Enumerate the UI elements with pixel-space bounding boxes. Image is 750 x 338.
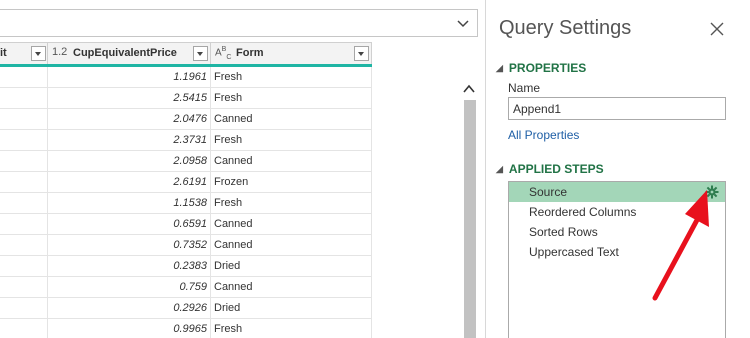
table-row[interactable]: 2.3731 Fresh <box>0 130 372 151</box>
table-row[interactable]: 1.1961 Fresh <box>0 67 372 88</box>
collapse-triangle-icon[interactable]: ◢ <box>496 63 503 74</box>
name-label: Name <box>508 81 541 95</box>
decimal-type-icon[interactable]: 1.2 <box>52 46 67 58</box>
query-name-input[interactable] <box>508 97 726 120</box>
filter-dropdown-icon[interactable] <box>354 46 369 61</box>
form-cell[interactable]: Dried <box>211 256 372 277</box>
all-properties-link[interactable]: All Properties <box>508 128 579 142</box>
price-cell[interactable]: 2.0476 <box>48 109 211 130</box>
price-cell[interactable]: 0.6591 <box>48 214 211 235</box>
table-cell[interactable] <box>0 319 48 338</box>
table-cell[interactable] <box>0 235 48 256</box>
chevron-down-icon[interactable] <box>455 15 471 31</box>
table-cell[interactable] <box>0 172 48 193</box>
table-cell[interactable] <box>0 130 48 151</box>
form-cell[interactable]: Canned <box>211 277 372 298</box>
table-cell[interactable] <box>0 298 48 319</box>
form-cell[interactable]: Canned <box>211 235 372 256</box>
applied-steps-header-label: APPLIED STEPS <box>508 162 604 176</box>
collapse-triangle-icon[interactable]: ◢ <box>496 164 503 175</box>
scroll-up-icon[interactable] <box>462 82 476 96</box>
text-type-icon[interactable]: ABC <box>215 46 231 61</box>
price-cell[interactable]: 1.1538 <box>48 193 211 214</box>
form-cell[interactable]: Canned <box>211 151 372 172</box>
query-settings-pane: Query Settings ◢ PROPERTIES Name All Prop… <box>486 0 750 338</box>
price-cell[interactable]: 0.759 <box>48 277 211 298</box>
data-grid: it 1.2 CupEquivalentPrice ABC Form 1.196… <box>0 42 372 338</box>
step-uppercased-text[interactable]: Uppercased Text <box>509 242 725 262</box>
table-row[interactable]: 2.5415 Fresh <box>0 88 372 109</box>
gear-icon[interactable] <box>705 185 719 199</box>
price-cell[interactable]: 0.2383 <box>48 256 211 277</box>
properties-header-label: PROPERTIES <box>508 61 587 75</box>
properties-section-header[interactable]: ◢ PROPERTIES <box>496 61 586 75</box>
table-row[interactable]: 0.2383 Dried <box>0 256 372 277</box>
table-cell[interactable] <box>0 109 48 130</box>
price-cell[interactable]: 0.9965 <box>48 319 211 338</box>
step-label: Source <box>529 185 568 199</box>
form-cell[interactable]: Dried <box>211 298 372 319</box>
table-row[interactable]: 0.6591 Canned <box>0 214 372 235</box>
step-label: Uppercased Text <box>529 245 619 259</box>
form-cell[interactable]: Fresh <box>211 130 372 151</box>
form-cell[interactable]: Fresh <box>211 67 372 88</box>
column-header-label: it <box>0 47 7 59</box>
table-cell[interactable] <box>0 88 48 109</box>
table-row[interactable]: 0.759 Canned <box>0 277 372 298</box>
form-cell[interactable]: Canned <box>211 109 372 130</box>
form-cell[interactable]: Fresh <box>211 88 372 109</box>
price-cell[interactable]: 1.1961 <box>48 67 211 88</box>
applied-steps-list: Source Reordered Columns Sorted Rows Upp… <box>508 181 726 338</box>
table-row[interactable]: 2.0958 Canned <box>0 151 372 172</box>
price-cell[interactable]: 2.3731 <box>48 130 211 151</box>
applied-steps-section-header[interactable]: ◢ APPLIED STEPS <box>496 162 604 176</box>
table-cell[interactable] <box>0 151 48 172</box>
filter-dropdown-icon[interactable] <box>193 46 208 61</box>
column-header-label: Form <box>236 47 264 59</box>
vertical-scrollbar[interactable] <box>460 68 478 338</box>
price-cell[interactable]: 2.6191 <box>48 172 211 193</box>
step-label: Sorted Rows <box>529 225 598 239</box>
form-cell[interactable]: Frozen <box>211 172 372 193</box>
form-cell[interactable]: Fresh <box>211 319 372 338</box>
column-header-form[interactable]: ABC Form <box>211 42 372 64</box>
price-cell[interactable]: 2.5415 <box>48 88 211 109</box>
table-row[interactable]: 0.9965 Fresh <box>0 319 372 338</box>
table-row[interactable]: 0.2926 Dried <box>0 298 372 319</box>
table-cell[interactable] <box>0 214 48 235</box>
grid-rows: 1.1961 Fresh 2.5415 Fresh 2.0476 Canned 2.3731… <box>0 67 372 338</box>
price-cell[interactable]: 0.7352 <box>48 235 211 256</box>
column-header-label: CupEquivalentPrice <box>73 47 177 59</box>
pane-title: Query Settings <box>499 17 632 39</box>
filter-dropdown-icon[interactable] <box>31 46 46 61</box>
formula-bar[interactable] <box>0 9 478 37</box>
table-row[interactable]: 0.7352 Canned <box>0 235 372 256</box>
step-sorted-rows[interactable]: Sorted Rows <box>509 222 725 242</box>
price-cell[interactable]: 0.2926 <box>48 298 211 319</box>
column-header-cupequivalentprice[interactable]: 1.2 CupEquivalentPrice <box>48 42 211 64</box>
table-cell[interactable] <box>0 277 48 298</box>
table-row[interactable]: 2.6191 Frozen <box>0 172 372 193</box>
table-row[interactable]: 2.0476 Canned <box>0 109 372 130</box>
table-cell[interactable] <box>0 67 48 88</box>
table-cell[interactable] <box>0 193 48 214</box>
step-label: Reordered Columns <box>529 205 637 219</box>
column-header-partial[interactable]: it <box>0 42 48 64</box>
table-cell[interactable] <box>0 256 48 277</box>
table-row[interactable]: 1.1538 Fresh <box>0 193 372 214</box>
step-source[interactable]: Source <box>509 182 725 202</box>
form-cell[interactable]: Fresh <box>211 193 372 214</box>
scrollbar-thumb[interactable] <box>464 100 476 338</box>
price-cell[interactable]: 2.0958 <box>48 151 211 172</box>
step-reordered-columns[interactable]: Reordered Columns <box>509 202 725 222</box>
close-icon[interactable] <box>710 22 724 36</box>
form-cell[interactable]: Canned <box>211 214 372 235</box>
